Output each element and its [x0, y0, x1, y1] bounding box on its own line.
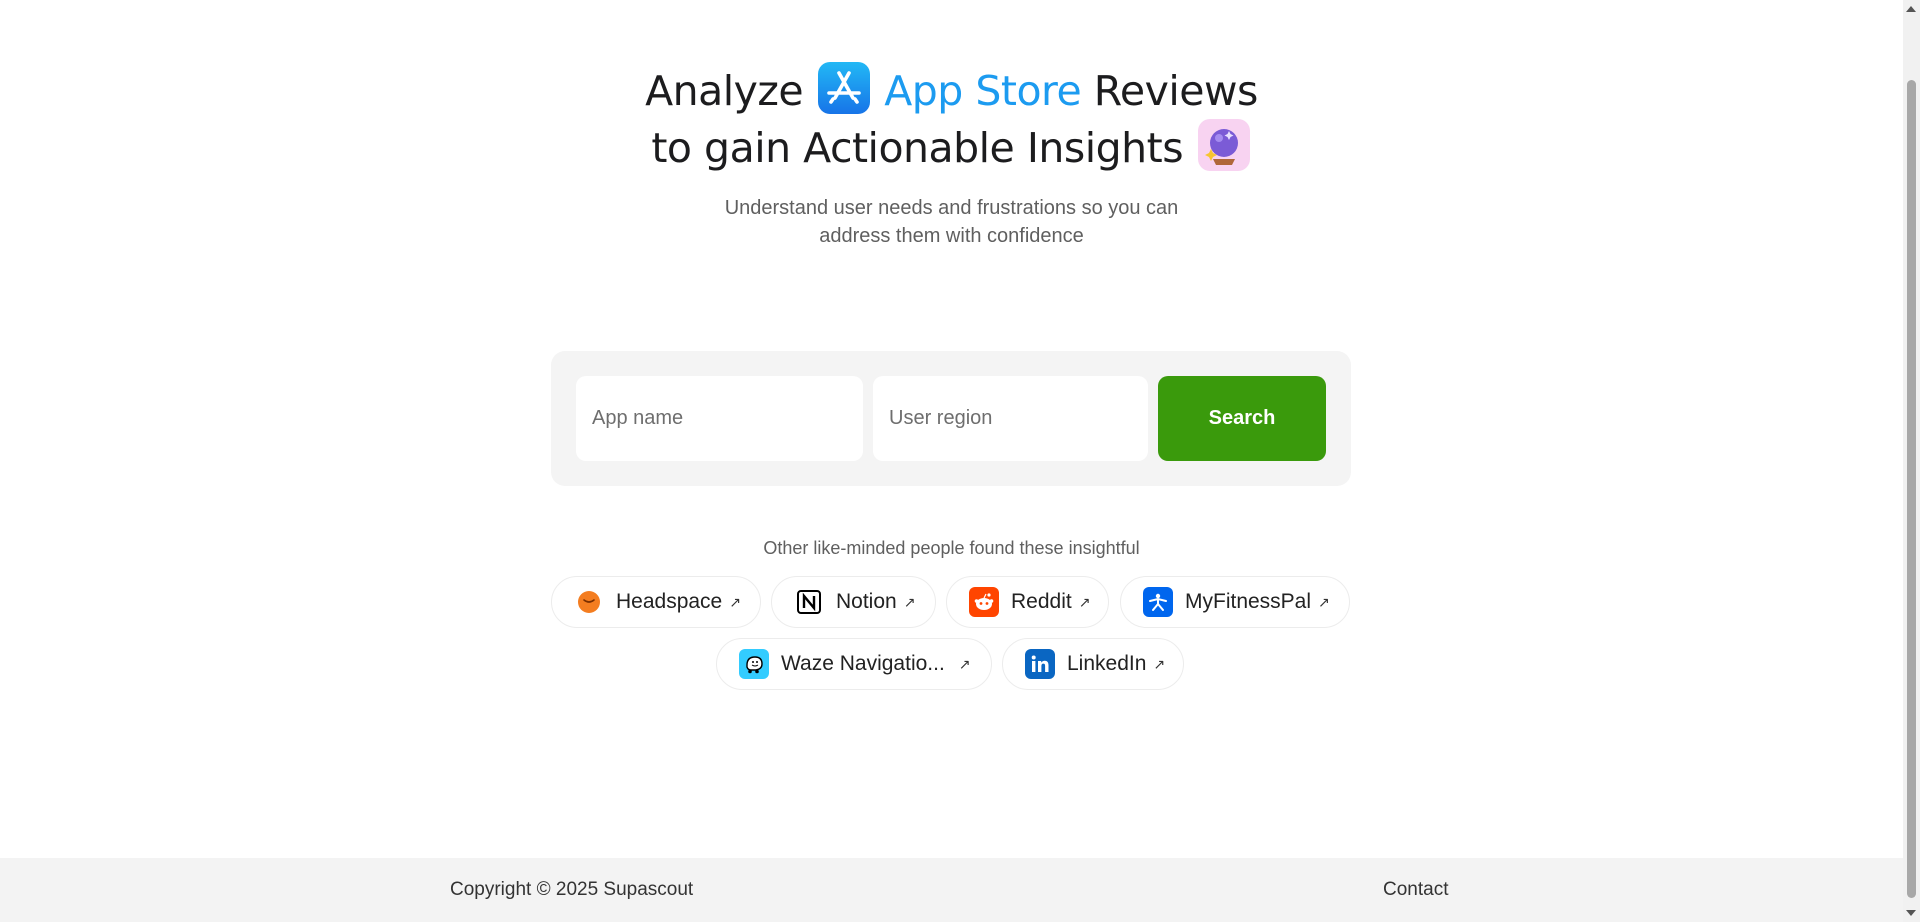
search-form: Search: [551, 351, 1351, 486]
external-link-icon: ↗: [1078, 593, 1091, 610]
waze-icon: [739, 649, 769, 679]
suggestion-notion[interactable]: Notion ↗: [771, 576, 936, 628]
title-reviews: Reviews: [1093, 67, 1259, 115]
headspace-icon: [574, 587, 604, 617]
user-region-input[interactable]: [873, 376, 1148, 461]
subtitle-line1: Understand user needs and frustrations s…: [724, 197, 1179, 219]
scroll-up-arrow-icon[interactable]: [1906, 6, 1916, 12]
myfitnesspal-icon: [1143, 587, 1173, 617]
suggestion-label: Waze Navigatio...: [781, 652, 945, 675]
suggestion-label: MyFitnessPal: [1185, 590, 1312, 613]
title-analyze: Analyze: [645, 67, 804, 115]
title-app-store: App Store: [884, 67, 1082, 115]
hero-title: Analyze App Store Reviews to gain Action…: [0, 62, 1903, 176]
external-link-icon: ↗: [1153, 655, 1166, 672]
suggestion-myfitnesspal[interactable]: MyFitnessPal ↗: [1120, 576, 1350, 628]
crystal-ball-icon: [1197, 119, 1250, 171]
copyright-text: Copyright © 2025 Supascout: [450, 879, 694, 900]
app-name-input[interactable]: [576, 376, 863, 461]
title-line2: to gain Actionable Insights: [651, 124, 1184, 172]
app-store-icon: [817, 62, 870, 114]
scroll-down-arrow-icon[interactable]: [1906, 910, 1916, 916]
vertical-scrollbar[interactable]: [1903, 0, 1920, 922]
reddit-icon: [969, 587, 999, 617]
search-button[interactable]: Search: [1158, 376, 1326, 461]
notion-icon: [794, 587, 824, 617]
scrollbar-thumb[interactable]: [1907, 80, 1916, 898]
suggestion-label: Notion: [836, 590, 897, 613]
suggestion-headspace[interactable]: Headspace ↗: [551, 576, 761, 628]
subtitle-line2: address them with confidence: [819, 225, 1084, 247]
page: Analyze App Store Reviews to gain Action…: [0, 0, 1903, 922]
suggestion-waze[interactable]: Waze Navigatio... ↗: [716, 638, 992, 690]
footer: Copyright © 2025 Supascout Contact: [0, 858, 1903, 922]
suggestion-label: LinkedIn: [1067, 652, 1147, 675]
external-link-icon: ↗: [1318, 593, 1330, 610]
external-link-icon: ↗: [958, 655, 971, 672]
suggestion-label: Headspace: [616, 590, 723, 613]
contact-link[interactable]: Contact: [1383, 879, 1448, 901]
external-link-icon: ↗: [903, 593, 916, 610]
suggestions-label: Other like-minded people found these ins…: [763, 538, 1140, 558]
suggestion-linkedin[interactable]: LinkedIn ↗: [1002, 638, 1184, 690]
hero: Analyze App Store Reviews to gain Action…: [0, 62, 1903, 250]
external-link-icon: ↗: [729, 593, 741, 610]
hero-subtitle: Understand user needs and frustrations s…: [0, 194, 1903, 250]
suggestion-reddit[interactable]: Reddit ↗: [946, 576, 1109, 628]
suggestion-label: Reddit: [1011, 590, 1072, 613]
linkedin-icon: [1025, 649, 1055, 679]
